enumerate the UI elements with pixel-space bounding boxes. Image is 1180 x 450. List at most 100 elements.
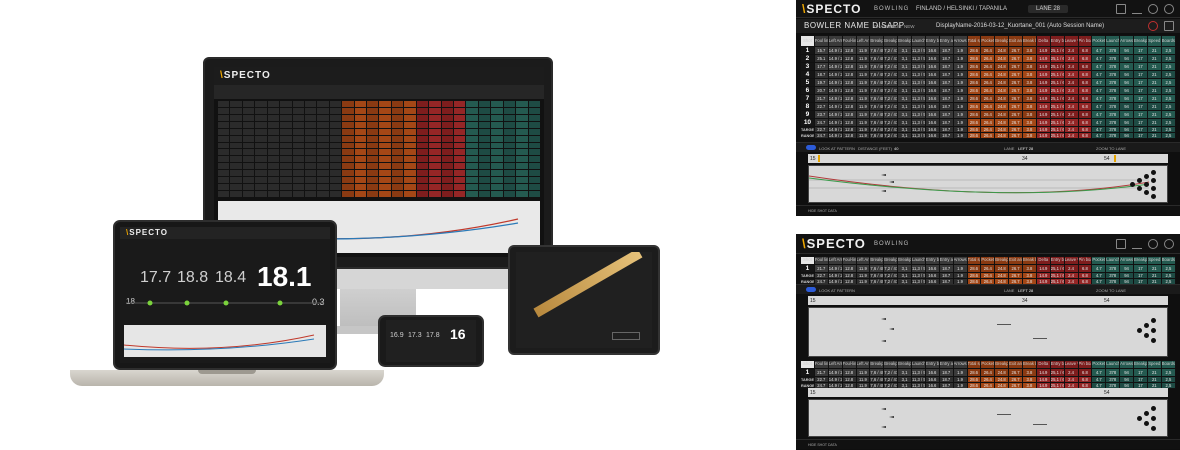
column-header[interactable]: Speed bbox=[1146, 360, 1162, 369]
column-header[interactable]: Leave % bbox=[1063, 360, 1079, 369]
column-header[interactable]: Foul-line board bbox=[841, 35, 857, 47]
column-header[interactable]: Pocket speed bbox=[980, 35, 996, 47]
column-header[interactable]: Entry board bbox=[924, 256, 940, 265]
column-header[interactable]: Entry board bbox=[924, 35, 940, 47]
column-header[interactable]: Shot bbox=[800, 256, 815, 265]
column-header[interactable]: Launch bbox=[1105, 256, 1121, 265]
home-icon[interactable] bbox=[1116, 239, 1126, 249]
column-header[interactable]: Pin board bbox=[1077, 256, 1093, 265]
column-header[interactable]: Exit angle bbox=[1008, 256, 1023, 265]
table-row[interactable]: 121.714.9 / 2,512.811.97,6 / 407,2 / 473… bbox=[800, 368, 1177, 377]
column-header[interactable]: Breakpoint board / feet bbox=[869, 35, 885, 47]
session-display-name[interactable]: DisplayName-2016-03-12_Kuortane_001 (Aut… bbox=[936, 23, 1104, 29]
column-header[interactable]: Arrows bbox=[1119, 35, 1134, 47]
column-header[interactable]: Shot bbox=[800, 360, 815, 369]
column-header[interactable]: Speed bbox=[1146, 35, 1162, 47]
column-header[interactable]: Delta bbox=[1035, 360, 1051, 369]
column-header[interactable]: Left Arrows board bbox=[855, 35, 871, 47]
column-header[interactable]: Break board bbox=[1022, 360, 1037, 369]
column-header[interactable]: Breakpoint board bbox=[897, 256, 912, 265]
help-icon[interactable] bbox=[1164, 4, 1174, 14]
look-at-pattern-toggle[interactable] bbox=[806, 287, 816, 292]
column-header[interactable]: Pin board bbox=[1077, 35, 1093, 47]
hide-shot-data-button[interactable]: HIDE SHOT DATA bbox=[808, 443, 837, 447]
column-header[interactable]: Left Arrows mm / Board bbox=[827, 256, 843, 265]
column-header[interactable]: Launch angle bbox=[911, 256, 926, 265]
column-header[interactable]: Exit angle bbox=[1008, 35, 1023, 47]
ruler-marker-end[interactable] bbox=[1114, 155, 1116, 162]
table-row[interactable]: 418.714.9 / 2,512.811.97,6 / 407,2 / 473… bbox=[800, 70, 1177, 79]
column-header[interactable]: Breakpoint board bbox=[897, 360, 912, 369]
column-header[interactable]: Entry angle bbox=[938, 360, 954, 369]
table-row[interactable]: 225.114.9 / 2,512.811.97,6 / 407,2 / 473… bbox=[800, 54, 1177, 63]
column-header[interactable]: Speed bbox=[1146, 256, 1162, 265]
activity-icon[interactable] bbox=[1132, 4, 1142, 14]
column-header[interactable]: Leave % bbox=[1063, 35, 1079, 47]
table-row[interactable]: 822.714.9 / 2,512.811.97,6 / 407,2 / 473… bbox=[800, 102, 1177, 111]
column-header[interactable]: Launch angle bbox=[911, 360, 926, 369]
column-header[interactable]: Entry board bbox=[1049, 256, 1065, 265]
column-header[interactable]: Breakpoint speed bbox=[994, 35, 1010, 47]
column-header[interactable]: Launch bbox=[1105, 35, 1121, 47]
location-breadcrumb[interactable]: FINLAND / HELSINKI / TAPANILA bbox=[916, 6, 1007, 12]
column-header[interactable]: Arrows bbox=[1119, 360, 1134, 369]
tab-new[interactable]: NEW bbox=[904, 24, 915, 29]
column-header[interactable]: Launch bbox=[1105, 360, 1121, 369]
table-row[interactable]: 923.714.9 / 2,512.811.97,6 / 407,2 / 473… bbox=[800, 110, 1177, 119]
gear-icon[interactable] bbox=[1148, 239, 1158, 249]
column-header[interactable]: Foul line speed km/h bbox=[813, 360, 829, 369]
column-header[interactable]: Foul-line board bbox=[841, 256, 857, 265]
table-row[interactable]: 115.714.9 / 2,512.811.97,6 / 407,2 / 473… bbox=[800, 46, 1177, 55]
record-icon[interactable] bbox=[1148, 21, 1158, 31]
hide-shot-data-button[interactable]: HIDE SHOT DATA bbox=[808, 209, 837, 213]
column-header[interactable]: Entry board bbox=[1049, 360, 1065, 369]
lane-selector[interactable]: LANE 28 bbox=[1028, 5, 1069, 13]
column-header[interactable]: Arrows bbox=[1119, 256, 1134, 265]
column-header[interactable]: Left Arrows board bbox=[855, 360, 871, 369]
column-header[interactable]: Total speed mph bbox=[966, 35, 982, 47]
column-header[interactable]: Boards bbox=[1160, 35, 1177, 47]
table-row[interactable]: 317.714.9 / 2,512.811.97,6 / 407,2 / 473… bbox=[800, 62, 1177, 71]
column-header[interactable]: Breakpoint angle bbox=[883, 35, 899, 47]
column-header[interactable]: Breakpoint speed bbox=[994, 360, 1010, 369]
column-header[interactable]: Foul line speed km/h bbox=[813, 256, 829, 265]
column-header[interactable]: Delta bbox=[1035, 35, 1051, 47]
column-header[interactable]: Pocket speed bbox=[980, 360, 996, 369]
column-header[interactable]: Arrows speed bbox=[952, 35, 968, 47]
column-header[interactable]: Pin board bbox=[1077, 360, 1093, 369]
column-header[interactable]: Launch angle bbox=[911, 35, 926, 47]
home-icon[interactable] bbox=[1116, 4, 1126, 14]
menu-icon[interactable] bbox=[1164, 21, 1174, 31]
activity-icon[interactable] bbox=[1132, 239, 1142, 249]
column-header[interactable]: Break board bbox=[1022, 35, 1037, 47]
column-header[interactable]: Boards bbox=[1160, 360, 1177, 369]
table-row[interactable]: 1024.714.9 / 2,512.811.97,6 / 407,2 / 47… bbox=[800, 118, 1177, 127]
column-header[interactable]: Break board bbox=[1022, 256, 1037, 265]
column-header[interactable]: Breakpoint board / feet bbox=[869, 360, 885, 369]
column-header[interactable]: Breakpoint angle bbox=[883, 360, 899, 369]
lane-value[interactable]: LEFT 28 bbox=[1018, 146, 1033, 151]
help-icon[interactable] bbox=[1164, 239, 1174, 249]
column-header[interactable]: Entry board bbox=[1049, 35, 1065, 47]
column-header[interactable]: Left Arrows board bbox=[855, 256, 871, 265]
table-row[interactable]: 620.714.9 / 2,512.811.97,6 / 407,2 / 473… bbox=[800, 86, 1177, 95]
column-header[interactable]: Shot bbox=[800, 35, 815, 47]
column-header[interactable]: Pocket bbox=[1091, 256, 1107, 265]
column-header[interactable]: Breakpoint angle bbox=[883, 256, 899, 265]
column-header[interactable]: Breakpoint speed bbox=[994, 256, 1010, 265]
column-header[interactable]: Entry board bbox=[924, 360, 940, 369]
table-row[interactable]: 721.714.9 / 2,512.811.97,6 / 407,2 / 473… bbox=[800, 94, 1177, 103]
column-header[interactable]: Breakpoint board bbox=[897, 35, 912, 47]
column-header[interactable]: Delta bbox=[1035, 256, 1051, 265]
column-header[interactable]: Arrows speed bbox=[952, 360, 968, 369]
tablet-button[interactable] bbox=[612, 332, 640, 340]
table-row[interactable]: 121.714.9 / 2,512.811.97,6 / 407,2 / 473… bbox=[800, 264, 1177, 273]
column-header[interactable]: Exit angle bbox=[1008, 360, 1023, 369]
column-header[interactable]: Breakpt bbox=[1133, 35, 1148, 47]
column-header[interactable]: Breakpt bbox=[1133, 360, 1148, 369]
column-header[interactable]: Breakpt bbox=[1133, 256, 1148, 265]
column-header[interactable]: Pocket bbox=[1091, 360, 1107, 369]
column-header[interactable]: Boards bbox=[1160, 256, 1177, 265]
tab-edit[interactable]: EDIT bbox=[892, 24, 902, 29]
ruler-marker-start[interactable] bbox=[818, 155, 820, 162]
